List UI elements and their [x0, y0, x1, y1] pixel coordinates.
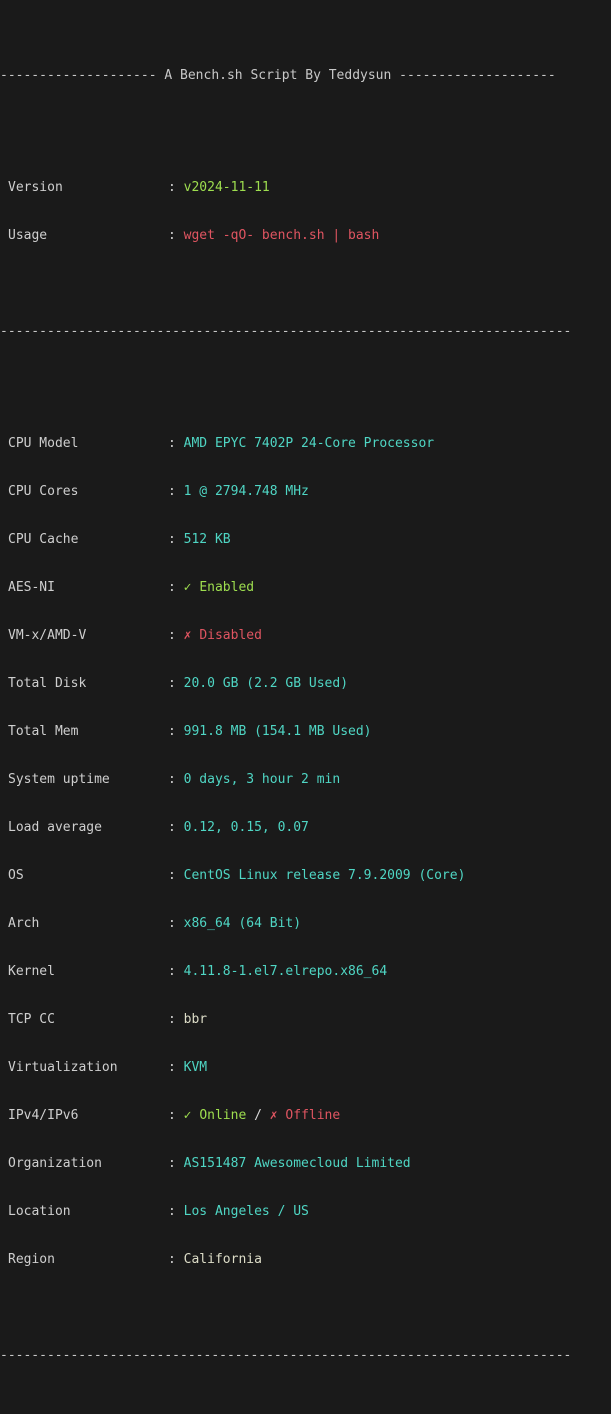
- info-row-system-uptime: System uptime: 0 days, 3 hour 2 min: [0, 772, 611, 788]
- info-row-os: OS: CentOS Linux release 7.9.2009 (Core): [0, 868, 611, 884]
- info-value-system-uptime: 0 days, 3 hour 2 min: [183, 772, 341, 787]
- colon-glyph: :: [168, 820, 176, 835]
- separator-2: ----------------------------------------…: [0, 1348, 572, 1363]
- info-value-kernel: 4.11.8-1.el7.elrepo.x86_64: [183, 964, 388, 979]
- check-icon: ✓: [183, 1108, 192, 1123]
- info-label-cpu-cores: CPU Cores: [8, 484, 79, 499]
- terminal-output: -------------------- A Bench.sh Script B…: [0, 0, 611, 1414]
- colon-glyph: :: [168, 916, 176, 931]
- colon-glyph: :: [168, 1108, 176, 1123]
- colon-glyph: :: [168, 1252, 176, 1267]
- header-value-usage: wget -qO- bench.sh | bash: [183, 228, 380, 243]
- info-value-os: CentOS Linux release 7.9.2009 (Core): [183, 868, 466, 883]
- slash-separator: /: [254, 1108, 262, 1123]
- system-info-section: CPU Model: AMD EPYC 7402P 24-Core Proces…: [0, 404, 611, 1300]
- separator-1: ----------------------------------------…: [0, 324, 572, 339]
- colon-glyph: :: [168, 1204, 176, 1219]
- cross-icon: ✗: [269, 1108, 278, 1123]
- header-section: Version: v2024-11-11 Usage: wget -qO- be…: [0, 148, 611, 276]
- info-value-tcp-cc: bbr: [183, 1012, 208, 1027]
- info-value-cpu-cache: 512 KB: [183, 532, 231, 547]
- colon-glyph: :: [168, 868, 176, 883]
- info-label-organization: Organization: [8, 1156, 102, 1171]
- info-row-aes-ni: AES-NI: ✓ Enabled: [0, 580, 611, 596]
- info-label-total-mem: Total Mem: [8, 724, 79, 739]
- info-value-organization: AS151487 Awesomecloud Limited: [183, 1156, 411, 1171]
- info-row-ipv4-ipv6: IPv4/IPv6: ✓ Online / ✗ Offline: [0, 1108, 611, 1124]
- info-row-location: Location: Los Angeles / US: [0, 1204, 611, 1220]
- info-value-load-average: 0.12, 0.15, 0.07: [183, 820, 309, 835]
- info-label-region: Region: [8, 1252, 55, 1267]
- info-value-virtualization: KVM: [183, 1060, 208, 1075]
- colon-glyph: :: [168, 772, 176, 787]
- info-row-kernel: Kernel: 4.11.8-1.el7.elrepo.x86_64: [0, 964, 611, 980]
- info-label-ipv4-ipv6: IPv4/IPv6: [8, 1108, 79, 1123]
- info-label-os: OS: [8, 868, 24, 883]
- info-row-region: Region: California: [0, 1252, 611, 1268]
- colon-glyph: :: [168, 1060, 176, 1075]
- cross-icon: ✗: [183, 628, 192, 643]
- info-value-ipv6-status: Offline: [285, 1108, 341, 1123]
- info-row-arch: Arch: x86_64 (64 Bit): [0, 916, 611, 932]
- info-label-arch: Arch: [8, 916, 40, 931]
- colon-glyph: :: [168, 676, 176, 691]
- info-value-cpu-model: AMD EPYC 7402P 24-Core Processor: [183, 436, 435, 451]
- colon-glyph: :: [168, 436, 176, 451]
- info-value-aes-ni: Enabled: [199, 580, 255, 595]
- info-value-cpu-cores: 1 @ 2794.748 MHz: [183, 484, 309, 499]
- info-label-virtualization: Virtualization: [8, 1060, 118, 1075]
- info-row-cpu-cache: CPU Cache: 512 KB: [0, 532, 611, 548]
- check-icon: ✓: [183, 580, 192, 595]
- info-row-organization: Organization: AS151487 Awesomecloud Limi…: [0, 1156, 611, 1172]
- info-label-tcp-cc: TCP CC: [8, 1012, 55, 1027]
- info-value-total-mem: 991.8 MB (154.1 MB Used): [183, 724, 372, 739]
- info-row-tcp-cc: TCP CC: bbr: [0, 1012, 611, 1028]
- info-label-location: Location: [8, 1204, 71, 1219]
- script-title-bar: -------------------- A Bench.sh Script B…: [0, 68, 556, 83]
- info-row-total-disk: Total Disk: 20.0 GB (2.2 GB Used): [0, 676, 611, 692]
- header-label-usage: Usage: [8, 228, 48, 243]
- info-row-cpu-model: CPU Model: AMD EPYC 7402P 24-Core Proces…: [0, 436, 611, 452]
- colon-glyph: :: [168, 724, 176, 739]
- info-row-load-average: Load average: 0.12, 0.15, 0.07: [0, 820, 611, 836]
- info-value-location: Los Angeles / US: [183, 1204, 309, 1219]
- info-label-cpu-cache: CPU Cache: [8, 532, 79, 547]
- colon-glyph: :: [168, 228, 176, 243]
- info-label-vmx: VM-x/AMD-V: [8, 628, 87, 643]
- info-row-virtualization: Virtualization: KVM: [0, 1060, 611, 1076]
- colon-glyph: :: [168, 484, 176, 499]
- info-label-system-uptime: System uptime: [8, 772, 110, 787]
- info-label-kernel: Kernel: [8, 964, 55, 979]
- header-row-usage: Usage: wget -qO- bench.sh | bash: [0, 228, 611, 244]
- colon-glyph: :: [168, 1156, 176, 1171]
- info-label-load-average: Load average: [8, 820, 102, 835]
- colon-glyph: :: [168, 180, 176, 195]
- info-value-ipv4-status: Online: [199, 1108, 247, 1123]
- colon-glyph: :: [168, 580, 176, 595]
- header-value-version: v2024-11-11: [183, 180, 270, 195]
- info-row-vmx: VM-x/AMD-V: ✗ Disabled: [0, 628, 611, 644]
- info-value-total-disk: 20.0 GB (2.2 GB Used): [183, 676, 349, 691]
- header-label-version: Version: [8, 180, 63, 195]
- colon-glyph: :: [168, 628, 176, 643]
- info-label-total-disk: Total Disk: [8, 676, 87, 691]
- info-value-region: California: [183, 1252, 262, 1267]
- colon-glyph: :: [168, 964, 176, 979]
- colon-glyph: :: [168, 1012, 176, 1027]
- info-label-aes-ni: AES-NI: [8, 580, 55, 595]
- info-row-cpu-cores: CPU Cores: 1 @ 2794.748 MHz: [0, 484, 611, 500]
- info-label-cpu-model: CPU Model: [8, 436, 79, 451]
- info-value-arch: x86_64 (64 Bit): [183, 916, 302, 931]
- info-row-total-mem: Total Mem: 991.8 MB (154.1 MB Used): [0, 724, 611, 740]
- colon-glyph: :: [168, 532, 176, 547]
- info-value-vmx: Disabled: [199, 628, 262, 643]
- header-row-version: Version: v2024-11-11: [0, 180, 611, 196]
